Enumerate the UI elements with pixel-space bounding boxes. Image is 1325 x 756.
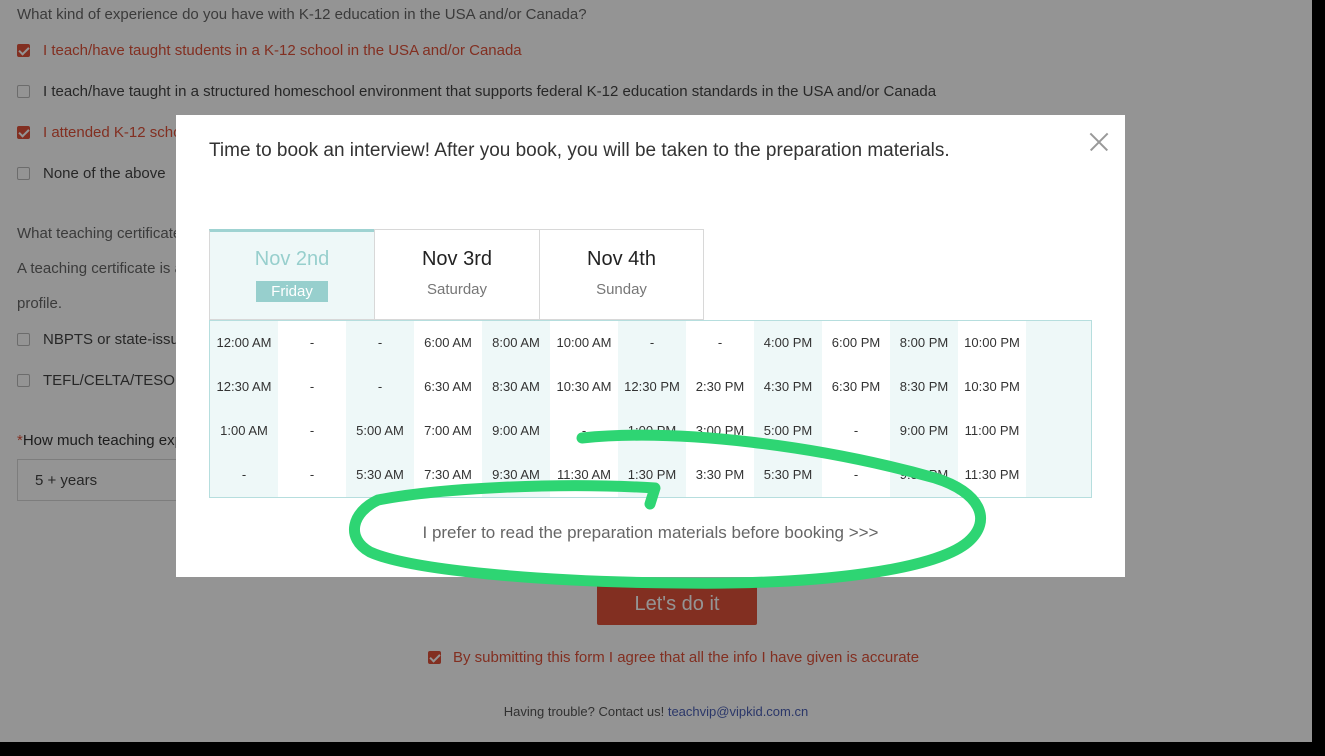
time-slot[interactable]: 3:00 PM	[686, 409, 754, 453]
tab-nov-4th[interactable]: Nov 4th Sunday	[539, 229, 704, 320]
tab-nov-2nd[interactable]: Nov 2nd Friday	[209, 229, 375, 320]
slot-column: 6:00 PM 6:30 PM - -	[822, 321, 890, 497]
time-slot[interactable]: 8:00 AM	[482, 321, 550, 365]
time-slot[interactable]: 6:30 AM	[414, 365, 482, 409]
time-slot-grid: 12:00 AM 12:30 AM 1:00 AM - - - - - - -5:00 AM 5:3…	[209, 320, 1092, 498]
time-slot[interactable]: 10:00 AM	[550, 321, 618, 365]
time-slot[interactable]: 1:00 AM	[210, 409, 278, 453]
slot-column: 8:00 AM 8:30 AM 9:00 AM 9:30 AM	[482, 321, 550, 497]
time-slot[interactable]: 2:30 PM	[686, 365, 754, 409]
time-slot[interactable]: 10:00 PM	[958, 321, 1026, 365]
time-slot[interactable]: -	[278, 409, 346, 453]
slot-column: 4:00 PM 4:30 PM 5:00 PM 5:30 PM	[754, 321, 822, 497]
time-slot[interactable]: 7:30 AM	[414, 453, 482, 497]
time-slot[interactable]: -	[822, 409, 890, 453]
time-slot[interactable]: 3:30 PM	[686, 453, 754, 497]
tab-weekday: Sunday	[596, 281, 647, 298]
time-slot[interactable]: 10:30 AM	[550, 365, 618, 409]
time-slot[interactable]: 6:30 PM	[822, 365, 890, 409]
time-slot[interactable]: 12:30 AM	[210, 365, 278, 409]
slot-column: -12:30 PM 1:00 PM 1:30 PM	[618, 321, 686, 497]
time-slot[interactable]: -	[278, 365, 346, 409]
booking-modal: Time to book an interview! After you boo…	[176, 115, 1125, 577]
slot-column: 10:00 AM 10:30 AM -11:30 AM	[550, 321, 618, 497]
tab-nov-3rd[interactable]: Nov 3rd Saturday	[374, 229, 540, 320]
time-slot[interactable]: 11:00 PM	[958, 409, 1026, 453]
close-icon[interactable]	[1088, 131, 1110, 153]
time-slot[interactable]: -	[278, 321, 346, 365]
tab-weekday: Saturday	[426, 281, 488, 298]
slot-column: ----	[278, 321, 346, 497]
time-slot[interactable]: 5:30 PM	[754, 453, 822, 497]
tab-weekday: Friday	[256, 281, 328, 302]
tab-date: Nov 2nd	[254, 248, 330, 270]
time-slot[interactable]: 5:00 PM	[754, 409, 822, 453]
modal-title: Time to book an interview! After you boo…	[209, 140, 950, 161]
read-materials-link[interactable]: I prefer to read the preparation materia…	[176, 523, 1125, 543]
time-slot[interactable]: 8:30 PM	[890, 365, 958, 409]
slot-column: -2:30 PM 3:00 PM 3:30 PM	[686, 321, 754, 497]
time-slot[interactable]: 8:00 PM	[890, 321, 958, 365]
time-slot[interactable]: 11:30 PM	[958, 453, 1026, 497]
time-slot[interactable]: 1:30 PM	[618, 453, 686, 497]
time-slot[interactable]: 4:00 PM	[754, 321, 822, 365]
slot-column: - -5:00 AM 5:30 AM	[346, 321, 414, 497]
time-slot[interactable]: 7:00 AM	[414, 409, 482, 453]
time-slot[interactable]: 5:00 AM	[346, 409, 414, 453]
time-slot[interactable]: -	[686, 321, 754, 365]
time-slot[interactable]: -	[278, 453, 346, 497]
time-slot[interactable]: -	[822, 453, 890, 497]
time-slot[interactable]: -	[550, 409, 618, 453]
time-slot[interactable]: -	[618, 321, 686, 365]
time-slot[interactable]: -	[346, 365, 414, 409]
time-slot[interactable]: 5:30 AM	[346, 453, 414, 497]
slot-column: 6:00 AM 6:30 AM 7:00 AM 7:30 AM	[414, 321, 482, 497]
tab-date: Nov 4th	[587, 248, 656, 270]
time-slot[interactable]: 12:00 AM	[210, 321, 278, 365]
slot-column: 8:00 PM 8:30 PM 9:00 PM 9:30 PM	[890, 321, 958, 497]
slot-column: 12:00 AM 12:30 AM 1:00 AM -	[210, 321, 278, 497]
time-slot[interactable]: 11:30 AM	[550, 453, 618, 497]
time-slot[interactable]: 8:30 AM	[482, 365, 550, 409]
time-slot[interactable]: 12:30 PM	[618, 365, 686, 409]
time-slot[interactable]: 1:00 PM	[618, 409, 686, 453]
page-frame: What kind of experience do you have with…	[0, 0, 1312, 742]
time-slot[interactable]: 9:00 AM	[482, 409, 550, 453]
time-slot[interactable]: 6:00 PM	[822, 321, 890, 365]
time-slot[interactable]: 10:30 PM	[958, 365, 1026, 409]
time-slot[interactable]: 9:00 PM	[890, 409, 958, 453]
time-slot[interactable]: 4:30 PM	[754, 365, 822, 409]
time-slot[interactable]: 9:30 PM	[890, 453, 958, 497]
time-slot[interactable]: -	[346, 321, 414, 365]
tab-date: Nov 3rd	[421, 248, 493, 270]
time-slot[interactable]: -	[210, 453, 278, 497]
time-slot[interactable]: 9:30 AM	[482, 453, 550, 497]
time-slot[interactable]: 6:00 AM	[414, 321, 482, 365]
slot-column: 10:00 PM 10:30 PM 11:00 PM 11:30 PM	[958, 321, 1026, 497]
